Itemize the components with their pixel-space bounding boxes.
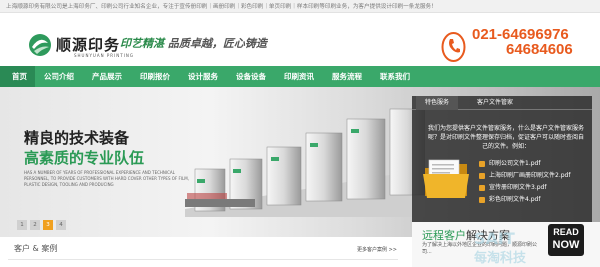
read-now-button[interactable]: READ NOW (548, 224, 584, 256)
read-now-line2: NOW (552, 239, 580, 251)
main-nav: 首页 公司介绍 产品展示 印刷报价 设计服务 设备设备 印刷资讯 服务流程 联系… (0, 66, 600, 87)
phone-icon (441, 32, 466, 62)
nav-item-contact[interactable]: 联系我们 (371, 66, 419, 87)
nav-item-products[interactable]: 产品展示 (83, 66, 131, 87)
phone-number-2: 64684606 (506, 41, 573, 58)
logo-english: SHUNYUAN PRINTING (74, 53, 134, 58)
remote-title-green: 远程客户 (422, 229, 466, 242)
remote-solution-title[interactable]: 远程客户解决方案 (422, 227, 510, 243)
header-slogan: 印艺精湛 品质卓越，匠心铸造 (120, 35, 267, 51)
site-header: 顺源印务 SHUNYUAN PRINTING 印艺精湛 品质卓越，匠心铸造 02… (0, 13, 600, 66)
nav-item-process[interactable]: 服务流程 (323, 66, 371, 87)
panel-tabs: 特色服务 客户文件管家 (412, 96, 592, 110)
logo-name: 顺源印务 (56, 36, 121, 54)
cases-section: 客户 & 案例 更多客户案例 >> (0, 237, 400, 267)
slogan-part1: 印艺精湛 (120, 37, 164, 50)
file-list: 印刷公司文件1.pdf 上海印刷厂画册印刷文件2.pdf 宣传册印刷文件3.pd… (479, 158, 570, 206)
more-cases-link[interactable]: 更多客户案例 >> (357, 246, 397, 253)
nav-item-equipment[interactable]: 设备设备 (227, 66, 275, 87)
section-divider (8, 259, 398, 260)
top-announcement-bar: 上海顺源印务有限公司是上海印务厂、印刷公司行业知名企业，专注于宣传册印刷｜画册印… (0, 0, 600, 13)
service-panel: 特色服务 客户文件管家 我们为您提供客户文件管家服务，什么是客户文件管家服务呢？… (412, 96, 592, 224)
folder-icon (423, 159, 469, 198)
nav-item-design[interactable]: 设计服务 (179, 66, 227, 87)
remote-solution-description: 为了解决上海以外地区企业的印刷问题，顺源印刷公司... (422, 242, 538, 255)
nav-item-company[interactable]: 公司介绍 (35, 66, 83, 87)
nav-item-pricing[interactable]: 印刷报价 (131, 66, 179, 87)
remote-title-dark: 解决方案 (466, 229, 510, 242)
printing-machine-illustration (185, 108, 425, 217)
tab-featured-services[interactable]: 特色服务 (416, 96, 459, 110)
banner-dot-4[interactable]: 4 (56, 220, 66, 230)
file-item[interactable]: 印刷公司文件1.pdf (479, 158, 570, 170)
panel-description: 我们为您提供客户文件管家服务，什么是客户文件管家服务呢？是对印刷文件整理保存归档… (427, 125, 584, 150)
tab-client-file-manager[interactable]: 客户文件管家 (468, 96, 522, 110)
banner-title-2: 高素质的专业队伍 (24, 149, 145, 167)
banner-pagination: 1 2 3 4 (17, 220, 66, 230)
file-item[interactable]: 宣传册印刷文件3.pdf (479, 182, 570, 194)
banner-title-1: 精良的技术装备 (24, 129, 130, 147)
logo-swirl-icon (29, 34, 51, 56)
nav-item-news[interactable]: 印刷资讯 (275, 66, 323, 87)
nav-item-home[interactable]: 首页 (0, 66, 35, 87)
banner-dot-3[interactable]: 3 (43, 220, 53, 230)
file-item[interactable]: 彩色印刷文件4.pdf (479, 194, 570, 206)
banner-subtext: HAS A NUMBER OF YEARS OF PROFESSIONAL EX… (24, 170, 189, 187)
read-now-line1: READ (553, 227, 579, 237)
slogan-part2: 品质卓越，匠心铸造 (167, 37, 267, 50)
announcement-text: 上海顺源印务有限公司是上海印务厂、印刷公司行业知名企业，专注于宣传册印刷｜画册印… (6, 4, 437, 10)
page: 上海顺源印务有限公司是上海印务厂、印刷公司行业知名企业，专注于宣传册印刷｜画册印… (0, 0, 600, 267)
banner-dot-1[interactable]: 1 (17, 220, 27, 230)
banner-dot-2[interactable]: 2 (30, 220, 40, 230)
file-item[interactable]: 上海印刷厂画册印刷文件2.pdf (479, 170, 570, 182)
cases-title: 客户 & 案例 (14, 244, 58, 253)
